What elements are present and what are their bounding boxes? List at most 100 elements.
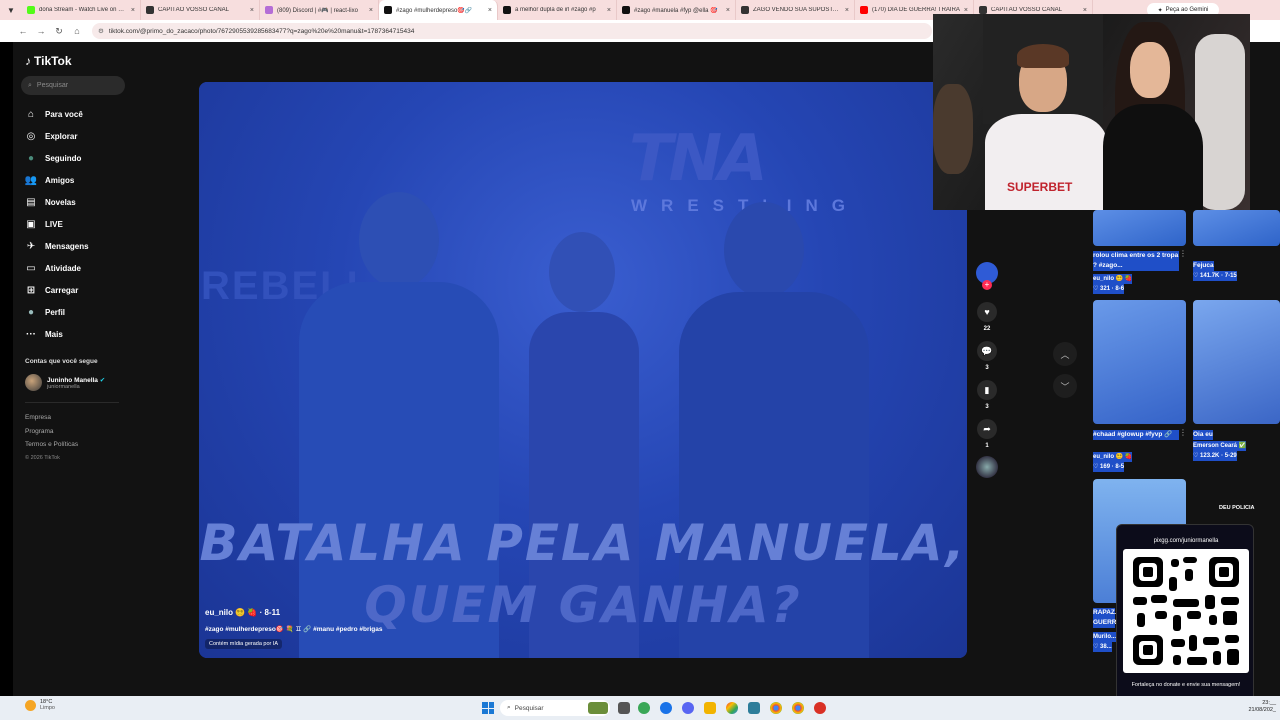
- file-explorer-icon[interactable]: [704, 702, 716, 714]
- browser-tab-6[interactable]: ZAGO VENDO SUA SUPOSTA N ×: [736, 0, 855, 20]
- post-author[interactable]: eu_nilo 😵‍💫 🍓 · 8-11: [205, 608, 280, 617]
- sidebar-item-mensagens[interactable]: ✈ Mensagens: [25, 235, 135, 257]
- close-icon[interactable]: ×: [488, 7, 492, 14]
- taskbar-clock[interactable]: 23:__ 21/08/202_: [1240, 700, 1276, 714]
- sidebar-item-explorar[interactable]: ◎ Explorar: [25, 125, 135, 147]
- sidebar-item-carregar[interactable]: ⊞ Carregar: [25, 279, 135, 301]
- gemini-icon: ✦: [1157, 7, 1163, 14]
- share-count: 1: [985, 443, 989, 449]
- windows-start-icon[interactable]: [482, 702, 494, 714]
- tiktok-note-icon: ♪: [25, 54, 31, 68]
- feed-title-3[interactable]: #chaad #glowup #fyvp 🔗: [1093, 430, 1179, 440]
- footer-link-empresa[interactable]: Empresa: [25, 411, 78, 425]
- feed-title-2[interactable]: Fejuca: [1193, 261, 1214, 271]
- webcam-person-side: [933, 84, 973, 174]
- sidebar-item-live[interactable]: ▣ LIVE: [25, 213, 135, 235]
- music-disc-icon[interactable]: [976, 456, 998, 478]
- feed-thumb-2[interactable]: [1193, 210, 1280, 246]
- edge-icon[interactable]: [660, 702, 672, 714]
- footer-link-programa[interactable]: Programa: [25, 425, 78, 439]
- donation-qr-card: pixgg.com/juniormanella Fortaleça no don…: [1116, 524, 1254, 702]
- discord-icon[interactable]: [682, 702, 694, 714]
- more-icon[interactable]: ⋮: [1179, 428, 1187, 437]
- follow-plus-icon[interactable]: +: [982, 280, 992, 290]
- search-placeholder: Pesquisar: [36, 82, 69, 89]
- browser-tab-1[interactable]: CAPITÃO VOSSO CANAL ×: [141, 0, 260, 20]
- live-icon: ▣: [26, 218, 36, 230]
- feed-title-1[interactable]: rolou clima entre os 2 tropa ? #zago...: [1093, 251, 1179, 271]
- more-icon: ···: [26, 328, 36, 340]
- bookmark-icon[interactable]: ▮: [977, 380, 997, 400]
- close-icon[interactable]: ×: [131, 7, 135, 14]
- tab-favicon-icon: [265, 6, 273, 14]
- home-browser-icon[interactable]: ⌂: [68, 20, 86, 42]
- divider: [25, 402, 119, 403]
- recorder-icon[interactable]: [814, 702, 826, 714]
- comment-icon[interactable]: 💬: [977, 341, 997, 361]
- overlay-tag: DEU POLICIA: [1219, 505, 1255, 511]
- share-icon[interactable]: ➦: [977, 419, 997, 439]
- close-icon[interactable]: ×: [726, 7, 730, 14]
- tab-favicon-icon: [146, 6, 154, 14]
- activity-icon: ▭: [26, 262, 36, 274]
- ai-content-badge: Contém mídia gerada por IA: [205, 639, 283, 649]
- sidebar-item-amigos[interactable]: 👥 Amigos: [25, 169, 135, 191]
- photos-icon[interactable]: [726, 702, 738, 714]
- feed-thumb-1[interactable]: [1093, 210, 1186, 246]
- feed-author-1[interactable]: eu_nilo 😵‍💫 🍓: [1093, 274, 1133, 284]
- chrome-icon[interactable]: [770, 702, 782, 714]
- close-icon[interactable]: ×: [964, 7, 968, 14]
- comment-count: 3: [985, 365, 989, 371]
- chat-app-icon[interactable]: [638, 702, 650, 714]
- url-field[interactable]: ⚙ tiktok.com/@primo_do_zacaco/photo/7672…: [92, 23, 932, 39]
- browser-tab-4[interactable]: a melhor dupla de irl #zago #p ×: [498, 0, 617, 20]
- feed-title-5[interactable]: RAPAZ... GUERRI...: [1093, 608, 1124, 628]
- post-hashtags[interactable]: #zago #mulherdepreso🎯 💐 ♊ 🔗 #manu #pedro…: [205, 625, 382, 633]
- like-icon[interactable]: ♥: [977, 302, 997, 322]
- more-icon[interactable]: ⋮: [1179, 249, 1187, 258]
- following-account[interactable]: Juninho Manella ✔ juniormanella: [25, 374, 105, 391]
- chevron-up-icon[interactable]: ︿: [1053, 342, 1077, 366]
- close-icon[interactable]: ×: [250, 7, 254, 14]
- browser-tab-0[interactable]: dona Stream - Watch Live on K... ×: [22, 0, 141, 20]
- back-icon[interactable]: ←: [14, 20, 32, 42]
- sidebar-item-perfil[interactable]: ● Perfil: [25, 301, 135, 323]
- sidebar-item-para-você[interactable]: ⌂ Para você: [25, 103, 135, 125]
- browser-tab-5[interactable]: #zago #manuela #fyp @ella 🎯 ×: [617, 0, 736, 20]
- sidebar-item-novelas[interactable]: ▤ Novelas: [25, 191, 135, 213]
- taskbar-widget-icon[interactable]: [588, 702, 608, 714]
- close-icon[interactable]: ×: [845, 7, 849, 14]
- close-icon[interactable]: ×: [1083, 7, 1087, 14]
- feed-author-5[interactable]: Murilo...: [1093, 632, 1116, 642]
- close-icon[interactable]: ×: [607, 7, 611, 14]
- feed-title-4[interactable]: Oia eu: [1193, 430, 1213, 440]
- weather-widget[interactable]: 18°C Limpo: [25, 699, 55, 711]
- feed-thumb-4[interactable]: [1193, 300, 1280, 424]
- tab-list-icon[interactable]: ▼: [0, 0, 22, 20]
- tab-favicon-icon: [622, 6, 630, 14]
- reload-icon[interactable]: ↻: [50, 20, 68, 42]
- chrome-icon[interactable]: [792, 702, 804, 714]
- tiktok-logo[interactable]: ♪ TikTok: [25, 54, 72, 68]
- feed-thumb-3[interactable]: [1093, 300, 1186, 424]
- search-input[interactable]: ⌕ Pesquisar: [21, 76, 125, 95]
- feed-author-3[interactable]: eu_nilo 😵‍💫 🍓: [1093, 452, 1133, 462]
- task-view-icon[interactable]: [618, 702, 630, 714]
- sidebar-item-mais[interactable]: ··· Mais: [25, 323, 135, 345]
- browser-tab-3[interactable]: #zago #mulherdepreso🎯🔗 ×: [379, 0, 498, 20]
- sidebar-item-seguindo[interactable]: ● Seguindo: [25, 147, 135, 169]
- feed-author-4[interactable]: Emerson Ceará ✅: [1193, 441, 1247, 451]
- tab-label: CAPITÃO VOSSO CANAL: [158, 7, 230, 13]
- post-media[interactable]: TNA WRESTLING REBELL BATALHA PELA MANUEL…: [199, 82, 967, 658]
- forward-icon[interactable]: →: [32, 20, 50, 42]
- footer-link-termos[interactable]: Termos e Políticas: [25, 438, 78, 452]
- settings-icon[interactable]: [748, 702, 760, 714]
- feed-stats-5: ♡ 38...: [1093, 642, 1112, 652]
- site-info-icon[interactable]: ⚙: [98, 27, 104, 35]
- chevron-down-icon[interactable]: ﹀: [1053, 374, 1077, 398]
- sidebar-item-atividade[interactable]: ▭ Atividade: [25, 257, 135, 279]
- browser-tab-2[interactable]: (809) Discord | #🎮 | react-lixo ×: [260, 0, 379, 20]
- close-icon[interactable]: ×: [369, 7, 373, 14]
- tab-favicon-icon: [503, 6, 511, 14]
- following-avatar-icon: ●: [27, 152, 35, 164]
